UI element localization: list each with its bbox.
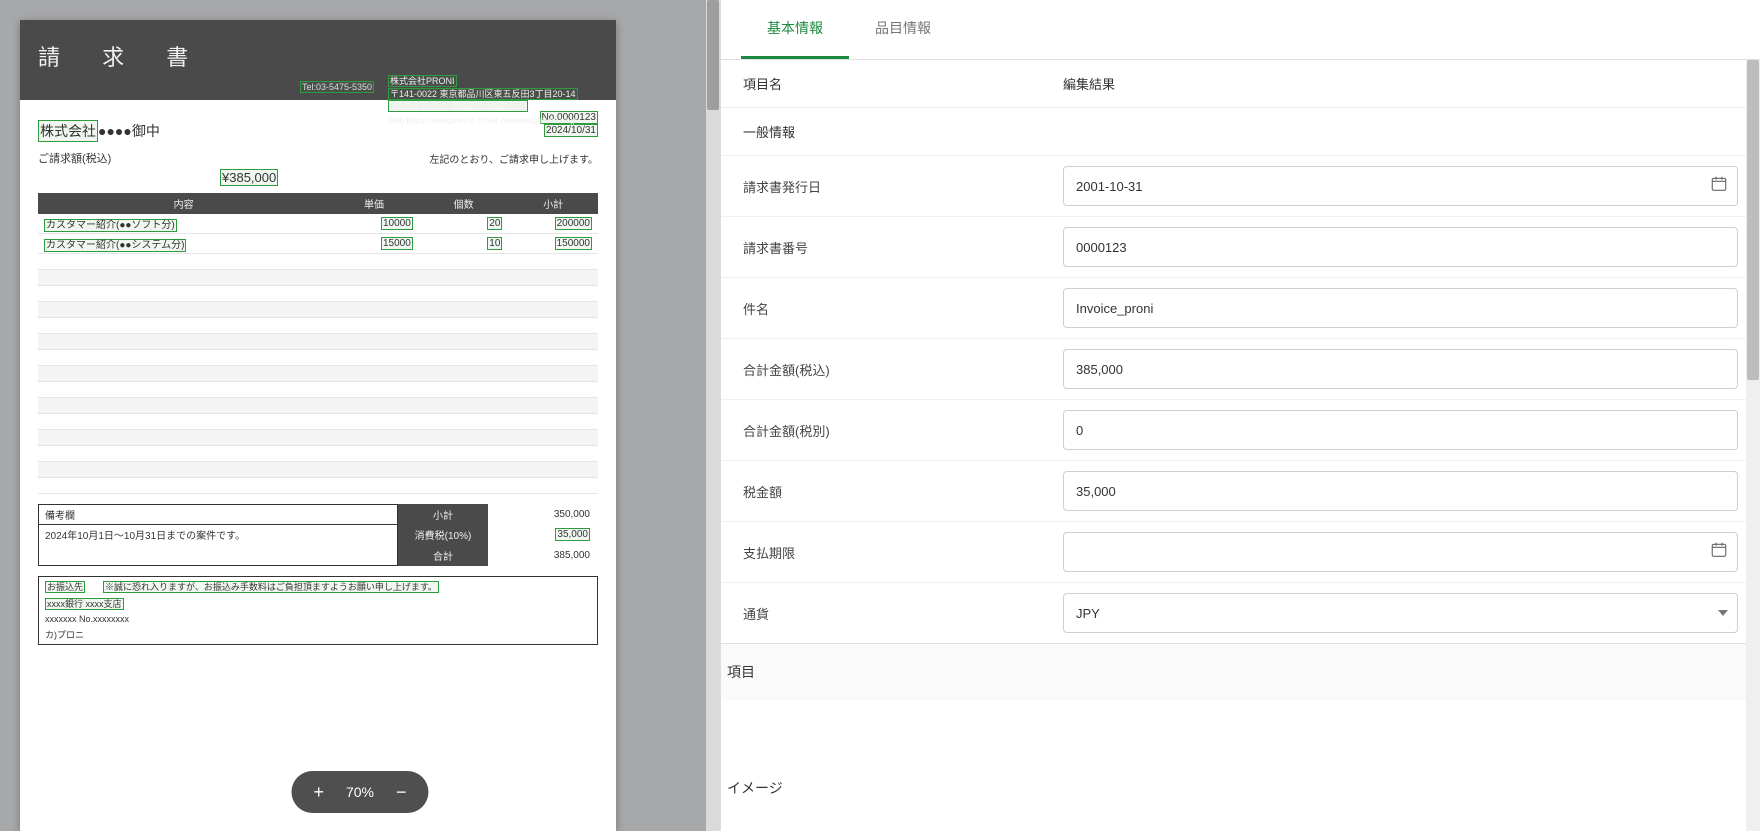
right-scrollbar[interactable] <box>1746 60 1760 831</box>
company-web-email: Web https://www.proni.ci Email xxxxxxxx@… <box>388 115 598 126</box>
section-items-header: 項目 <box>721 643 1760 700</box>
input-total-excl[interactable] <box>1063 410 1738 450</box>
addressee-mask: ●●●● <box>98 123 132 139</box>
th-sub: 小計 <box>508 193 598 214</box>
company-name: 株式会社PRONI <box>388 75 457 87</box>
col-header-result: 編集結果 <box>1063 74 1115 93</box>
calendar-icon[interactable] <box>1710 175 1728 198</box>
addressee-company: 株式会社 <box>38 120 98 142</box>
label-invoice-no: 請求書番号 <box>743 238 1063 257</box>
section-image-header: イメージ <box>721 760 1760 816</box>
label-currency: 通貨 <box>743 604 1063 623</box>
zoom-in-button[interactable]: + <box>313 783 324 801</box>
remarks-box: 備考欄 2024年10月1日～10月31日までの案件です。 <box>38 504 398 566</box>
item-row: カスタマー紹介(●●ソフト分) 10000 20 200000 <box>38 214 598 234</box>
label-total-excl: 合計金額(税別) <box>743 421 1063 440</box>
note-right: 左記のとおり、ご請求申し上げます。 <box>429 151 598 166</box>
zoom-level: 70% <box>346 784 374 800</box>
form-pane: 基本情報 品目情報 項目名 編集結果 一般情報 請求書発行日 <box>720 0 1760 831</box>
input-due[interactable] <box>1063 532 1738 572</box>
invoice-document: 請 求 書 株式会社PRONI 〒141-0022 東京都品川区東五反田3丁目2… <box>20 20 616 831</box>
label-tax: 税金額 <box>743 482 1063 501</box>
label-subject: 件名 <box>743 299 1063 318</box>
input-invoice-no[interactable] <box>1063 227 1738 267</box>
input-subject[interactable] <box>1063 288 1738 328</box>
company-tel: Tel:03-5475-5350 <box>300 81 374 93</box>
items-table: 内容 単価 個数 小計 カスタマー紹介(●●ソフト分) 10000 20 200… <box>38 193 598 494</box>
tab-item-info[interactable]: 品目情報 <box>849 0 957 59</box>
input-total-incl[interactable] <box>1063 349 1738 389</box>
zoom-out-button[interactable]: − <box>396 783 407 801</box>
company-address-2: 住友不動産高輪パークタワー12階 <box>388 100 528 112</box>
input-tax[interactable] <box>1063 471 1738 511</box>
left-scrollbar[interactable]: ▲ <box>706 0 720 831</box>
bank-box: お振込先※誠に恐れ入りますが、お振込み手数料はご負担頂ますようお願い申し上げます… <box>38 576 598 645</box>
label-due: 支払期限 <box>743 543 1063 562</box>
doc-title: 請 求 書 <box>38 40 598 72</box>
label-issue-date: 請求書発行日 <box>743 177 1063 196</box>
label-total-incl: 合計金額(税込) <box>743 360 1063 379</box>
scroll-thumb[interactable] <box>707 0 719 110</box>
calendar-icon[interactable] <box>1710 541 1728 564</box>
addressee-suffix: 御中 <box>132 121 160 141</box>
amount-label: ご請求額(税込) <box>38 150 111 166</box>
chevron-down-icon[interactable] <box>1718 610 1728 616</box>
col-header-name: 項目名 <box>743 74 1063 93</box>
select-currency[interactable] <box>1063 593 1738 633</box>
item-row: カスタマー紹介(●●システム分) 15000 10 150000 <box>38 234 598 254</box>
th-unit: 単価 <box>329 193 419 214</box>
tab-basic-info[interactable]: 基本情報 <box>741 0 849 59</box>
th-qty: 個数 <box>419 193 509 214</box>
th-desc: 内容 <box>38 193 329 214</box>
remarks-header: 備考欄 <box>39 505 397 525</box>
section-general: 一般情報 <box>721 107 1760 155</box>
input-issue-date[interactable] <box>1063 166 1738 206</box>
scroll-thumb[interactable] <box>1747 60 1759 380</box>
document-preview-pane: 請 求 書 株式会社PRONI 〒141-0022 東京都品川区東五反田3丁目2… <box>0 0 720 831</box>
company-address-1: 〒141-0022 東京都品川区東五反田3丁目20-14 <box>388 88 578 100</box>
total-amount: ¥385,000 <box>220 169 278 186</box>
zoom-toolbar: + 70% − <box>291 771 428 813</box>
remarks-body: 2024年10月1日～10月31日までの案件です。 <box>39 525 397 565</box>
